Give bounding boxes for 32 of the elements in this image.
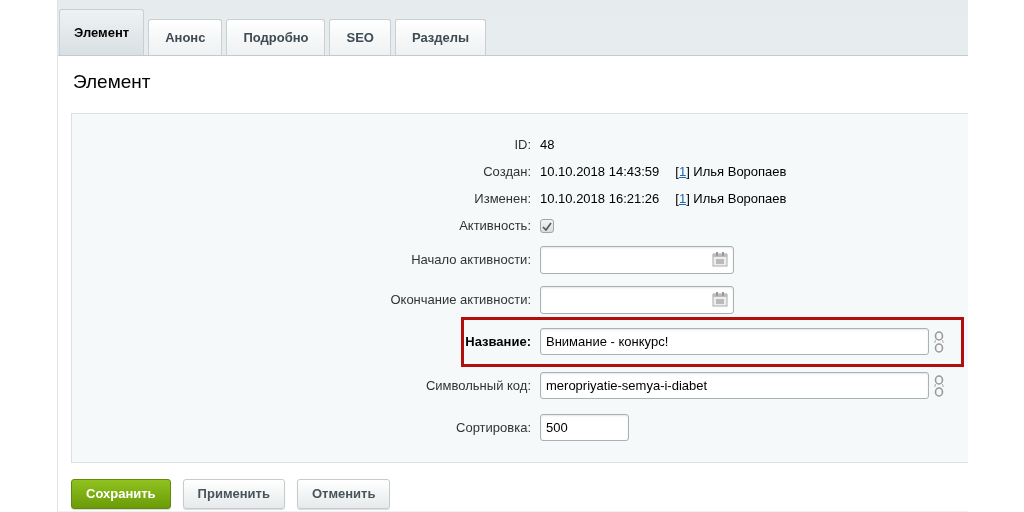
chain-link-icon[interactable] xyxy=(933,374,945,397)
field-value: 48 xyxy=(540,136,555,155)
action-button[interactable]: Отменить xyxy=(296,478,391,509)
tab[interactable]: SEO xyxy=(329,19,391,55)
author-text: [1] Илья Воропаев xyxy=(675,190,787,209)
date-value: 10.10.2018 14:43:59 xyxy=(540,163,660,182)
action-button[interactable]: Применить xyxy=(182,478,285,509)
calendar-icon[interactable] xyxy=(712,292,728,307)
field-label: Символьный код: xyxy=(424,376,532,395)
chain-link-icon[interactable] xyxy=(933,330,945,353)
date-field[interactable] xyxy=(540,245,734,274)
field-label: Начало активности: xyxy=(410,250,532,269)
field-label: ID: xyxy=(513,136,532,155)
text-field[interactable]: meropriyatie-semya-i-diabet xyxy=(540,372,929,399)
calendar-icon[interactable] xyxy=(712,252,728,267)
text-field[interactable]: 500 xyxy=(540,414,629,441)
field-label: Название: xyxy=(464,332,532,351)
tab[interactable]: Анонс xyxy=(148,19,223,55)
field-label: Активность: xyxy=(458,217,532,236)
field-label: Сортировка: xyxy=(455,418,532,437)
field-label: Создан: xyxy=(482,163,532,182)
text-field[interactable]: Внимание - конкурс! xyxy=(540,328,929,355)
author-text: [1] Илья Воропаев xyxy=(675,163,787,182)
date-field[interactable] xyxy=(540,285,734,314)
tab[interactable]: Элемент xyxy=(59,9,145,55)
section-title: Элемент xyxy=(73,70,152,94)
tab[interactable]: Подробно xyxy=(226,19,326,55)
checkbox[interactable] xyxy=(540,219,554,233)
tab[interactable]: Разделы xyxy=(394,19,487,55)
field-label: Окончание активности: xyxy=(389,290,532,309)
field-label: Изменен: xyxy=(473,190,532,209)
date-value: 10.10.2018 16:21:26 xyxy=(540,190,660,209)
